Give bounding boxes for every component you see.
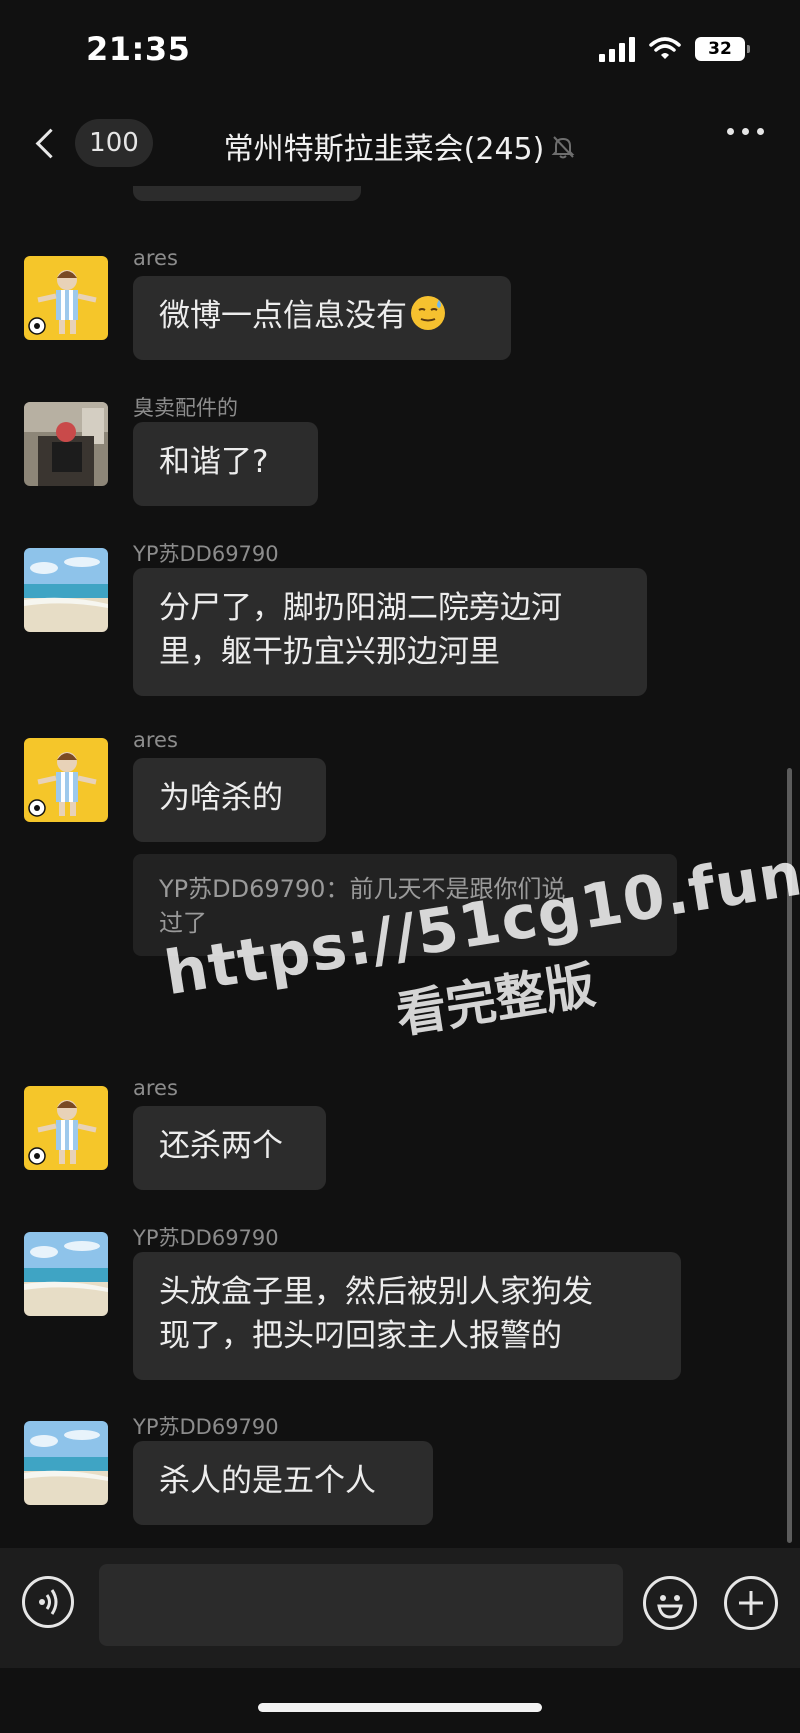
quote-text-line: 过了 (159, 909, 207, 937)
message-bubble[interactable]: 为啥杀的 (133, 758, 326, 842)
avatar-cartoon-footballer[interactable] (24, 1086, 108, 1170)
bell-slash-icon (550, 133, 576, 168)
message-text-line: 头放盒子里，然后被别人家狗发 (159, 1274, 593, 1310)
message-text-line: 里，躯干扔宜兴那边河里 (159, 634, 500, 670)
message-bubble[interactable]: 还杀两个 (133, 1106, 326, 1190)
plus-icon[interactable] (724, 1576, 778, 1630)
message-bubble[interactable]: 分尸了，脚扔阳湖二院旁边河 里，躯干扔宜兴那边河里 (133, 568, 647, 696)
status-icons: 32 (599, 36, 750, 62)
chat-title-text: 常州特斯拉韭菜会(245) (223, 132, 545, 167)
sender-name: YP苏DD69790 (133, 1226, 279, 1250)
avatar-cartoon-footballer[interactable] (24, 256, 108, 340)
message-bubble[interactable]: 头放盒子里，然后被别人家狗发 现了，把头叼回家主人报警的 (133, 1252, 681, 1380)
avatar-cartoon-footballer[interactable] (24, 738, 108, 822)
chat-title: 常州特斯拉韭菜会(245) (0, 124, 800, 168)
sender-name: 臭卖配件的 (133, 396, 238, 420)
sender-name: ares (133, 728, 178, 752)
avatar-beach-photo[interactable] (24, 548, 108, 632)
message-bubble[interactable]: 微博一点信息没有 (133, 276, 511, 360)
message-list[interactable]: ares 微博一点信息没有 臭卖配件的 和谐了? YP苏DD69790 分尸了，… (0, 186, 800, 1546)
wifi-icon (649, 37, 681, 61)
input-bar (0, 1548, 800, 1668)
message-bubble[interactable]: 和谐了? (133, 422, 318, 506)
status-time: 21:35 (86, 30, 191, 68)
avatar-room-photo[interactable] (24, 402, 108, 486)
avatar-beach-photo[interactable] (24, 1421, 108, 1505)
sender-name: ares (133, 246, 178, 270)
message-text: 微博一点信息没有 (159, 298, 407, 334)
battery-icon: 32 (695, 37, 750, 61)
scrollbar[interactable] (787, 768, 792, 1543)
sender-name: YP苏DD69790 (133, 542, 279, 566)
message-input[interactable] (99, 1564, 623, 1646)
message-text-line: 分尸了，脚扔阳湖二院旁边河 (159, 590, 562, 626)
message-bubble[interactable]: 杀人的是五个人 (133, 1441, 433, 1525)
status-bar: 21:35 32 (0, 0, 800, 100)
nav-bar: 100 常州特斯拉韭菜会(245) (0, 100, 800, 186)
home-indicator[interactable] (258, 1703, 542, 1712)
sender-name: YP苏DD69790 (133, 1415, 279, 1439)
sweat-smile-emoji (409, 294, 447, 332)
quoted-message[interactable]: YP苏DD69790：前几天不是跟你们说 过了 (133, 854, 677, 956)
emoji-icon[interactable] (643, 1576, 697, 1630)
signal-icon (599, 36, 635, 62)
more-dots-icon[interactable] (727, 128, 764, 135)
message-bubble[interactable] (133, 186, 361, 201)
message-text-line: 现了，把头叼回家主人报警的 (159, 1318, 562, 1354)
sender-name: ares (133, 1076, 178, 1100)
chat-screen: 21:35 32 100 常州特斯拉韭菜会(245) ares 微博一点信息没有… (0, 0, 800, 1733)
quote-text-line: YP苏DD69790：前几天不是跟你们说 (159, 875, 566, 903)
avatar-beach-photo[interactable] (24, 1232, 108, 1316)
voice-icon[interactable] (22, 1576, 74, 1628)
